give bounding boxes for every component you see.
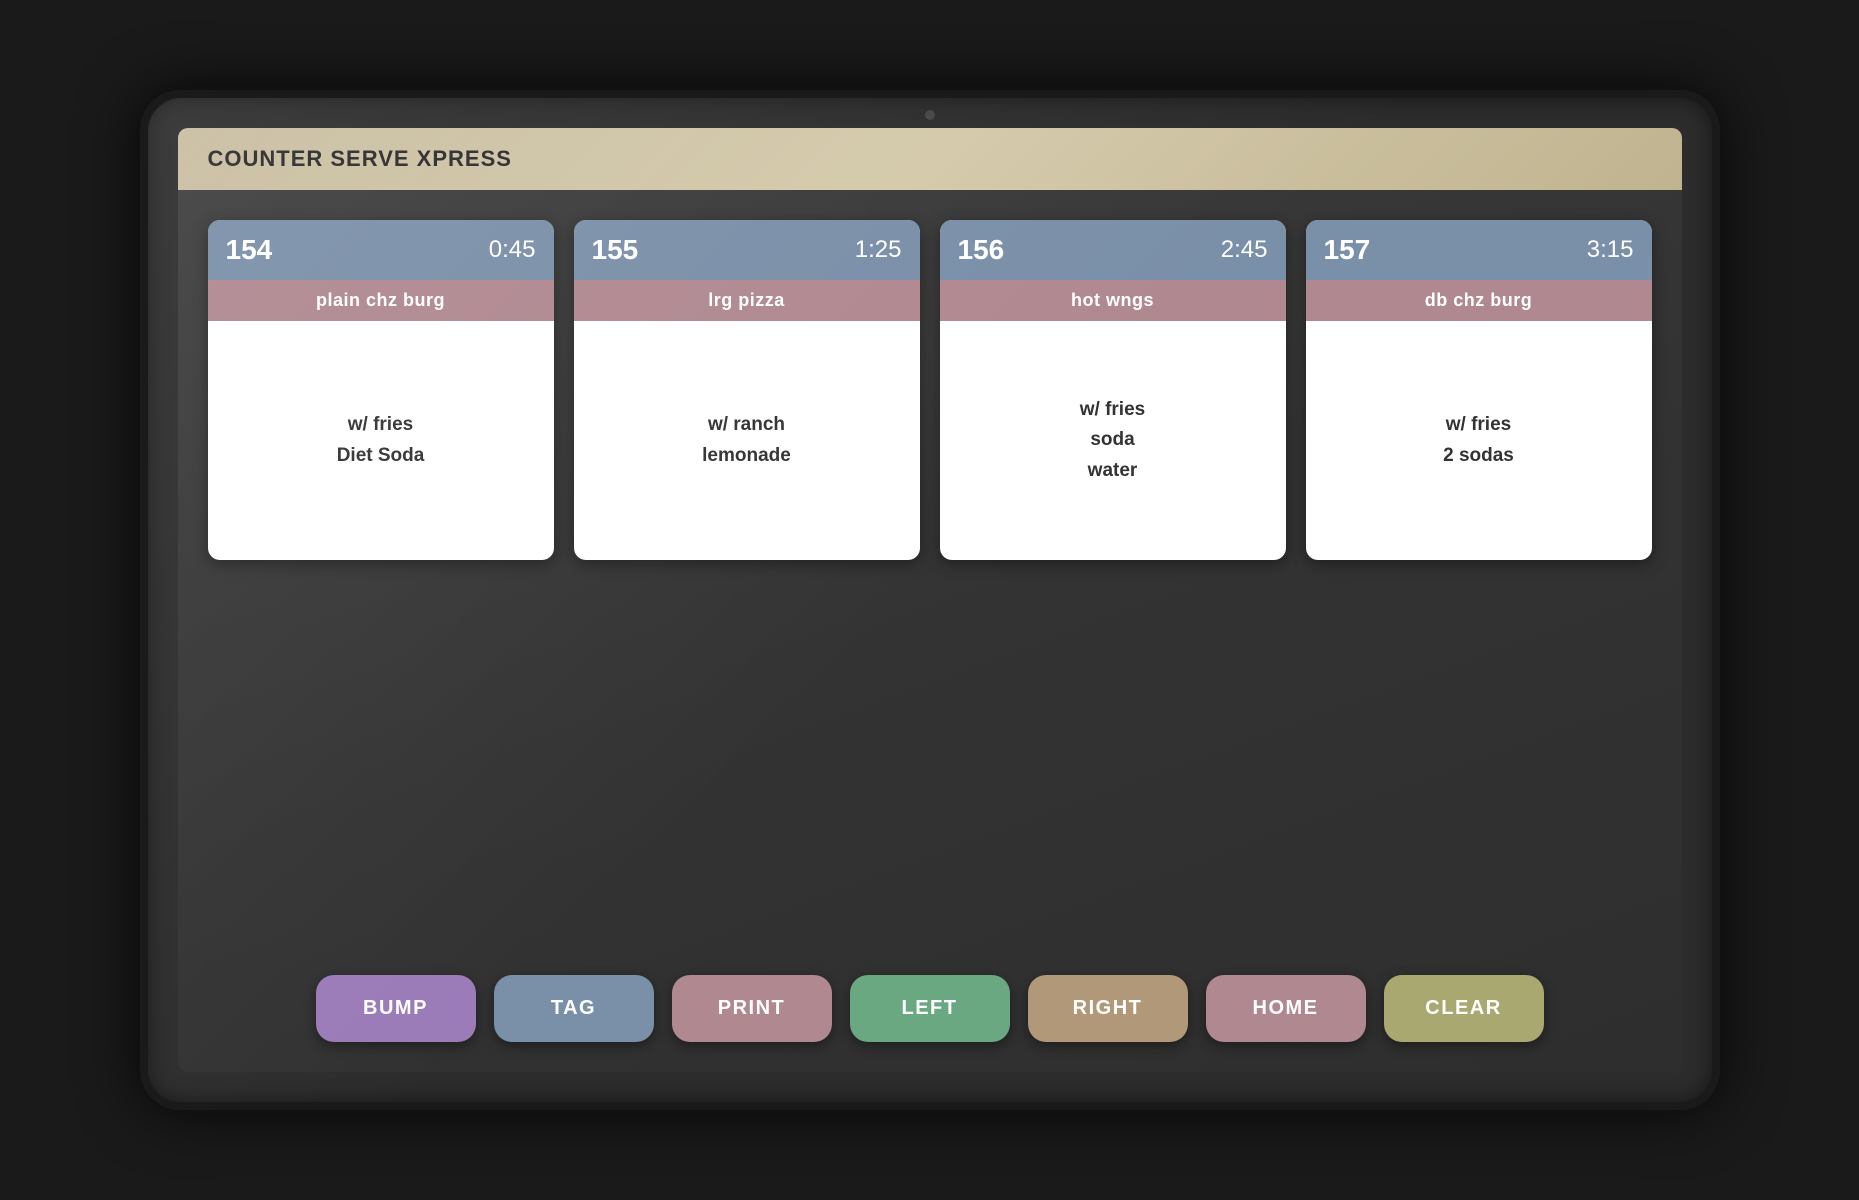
right-button[interactable]: RIGHT: [1028, 975, 1188, 1042]
card-time-155: 1:25: [855, 236, 902, 264]
card-header-155: 155 1:25: [574, 220, 920, 280]
card-number-154: 154: [226, 234, 273, 266]
order-card-156[interactable]: 156 2:45 hot wngs w/ friessodawater: [940, 220, 1286, 560]
card-header-157: 157 3:15: [1306, 220, 1652, 280]
order-card-154[interactable]: 154 0:45 plain chz burg w/ friesDiet Soda: [208, 220, 554, 560]
card-body-text-155: w/ ranchlemonade: [702, 410, 791, 471]
card-item-name-155: lrg pizza: [574, 280, 920, 321]
card-number-157: 157: [1324, 234, 1371, 266]
card-time-157: 3:15: [1587, 236, 1634, 264]
card-item-name-154: plain chz burg: [208, 280, 554, 321]
order-card-155[interactable]: 155 1:25 lrg pizza w/ ranchlemonade: [574, 220, 920, 560]
clear-button[interactable]: CLEAR: [1384, 975, 1544, 1042]
card-header-154: 154 0:45: [208, 220, 554, 280]
card-body-155: w/ ranchlemonade: [574, 321, 920, 560]
card-time-154: 0:45: [489, 236, 536, 264]
tablet-frame: COUNTER SERVE XPRESS 154 0:45 plain chz bu…: [140, 90, 1720, 1110]
header-bar: COUNTER SERVE XPRESS: [178, 128, 1682, 190]
card-number-155: 155: [592, 234, 639, 266]
card-body-157: w/ fries2 sodas: [1306, 321, 1652, 560]
card-body-text-157: w/ fries2 sodas: [1443, 410, 1514, 471]
card-body-text-154: w/ friesDiet Soda: [337, 410, 425, 471]
card-time-156: 2:45: [1221, 236, 1268, 264]
home-button[interactable]: HOME: [1206, 975, 1366, 1042]
card-body-154: w/ friesDiet Soda: [208, 321, 554, 560]
screen: COUNTER SERVE XPRESS 154 0:45 plain chz bu…: [178, 128, 1682, 1072]
card-body-156: w/ friessodawater: [940, 321, 1286, 560]
print-button[interactable]: PRINT: [672, 975, 832, 1042]
bottom-bar: BUMP TAG PRINT LEFT RIGHT HOME CLEAR: [208, 955, 1652, 1052]
card-header-156: 156 2:45: [940, 220, 1286, 280]
card-body-text-156: w/ friessodawater: [1080, 395, 1145, 486]
main-content: 1540:45plain chz burgw/ friesDiet Soda15…: [178, 190, 1682, 1072]
card-item-name-157: db chz burg: [1306, 280, 1652, 321]
left-button[interactable]: LEFT: [850, 975, 1010, 1042]
card-number-156: 156: [958, 234, 1005, 266]
card-item-name-156: hot wngs: [940, 280, 1286, 321]
order-card-157[interactable]: 157 3:15 db chz burg w/ fries2 sodas: [1306, 220, 1652, 560]
app-title: COUNTER SERVE XPRESS: [208, 146, 512, 171]
bump-button[interactable]: BUMP: [316, 975, 476, 1042]
orders-area: 1540:45plain chz burgw/ friesDiet Soda15…: [208, 220, 1652, 955]
tag-button[interactable]: TAG: [494, 975, 654, 1042]
